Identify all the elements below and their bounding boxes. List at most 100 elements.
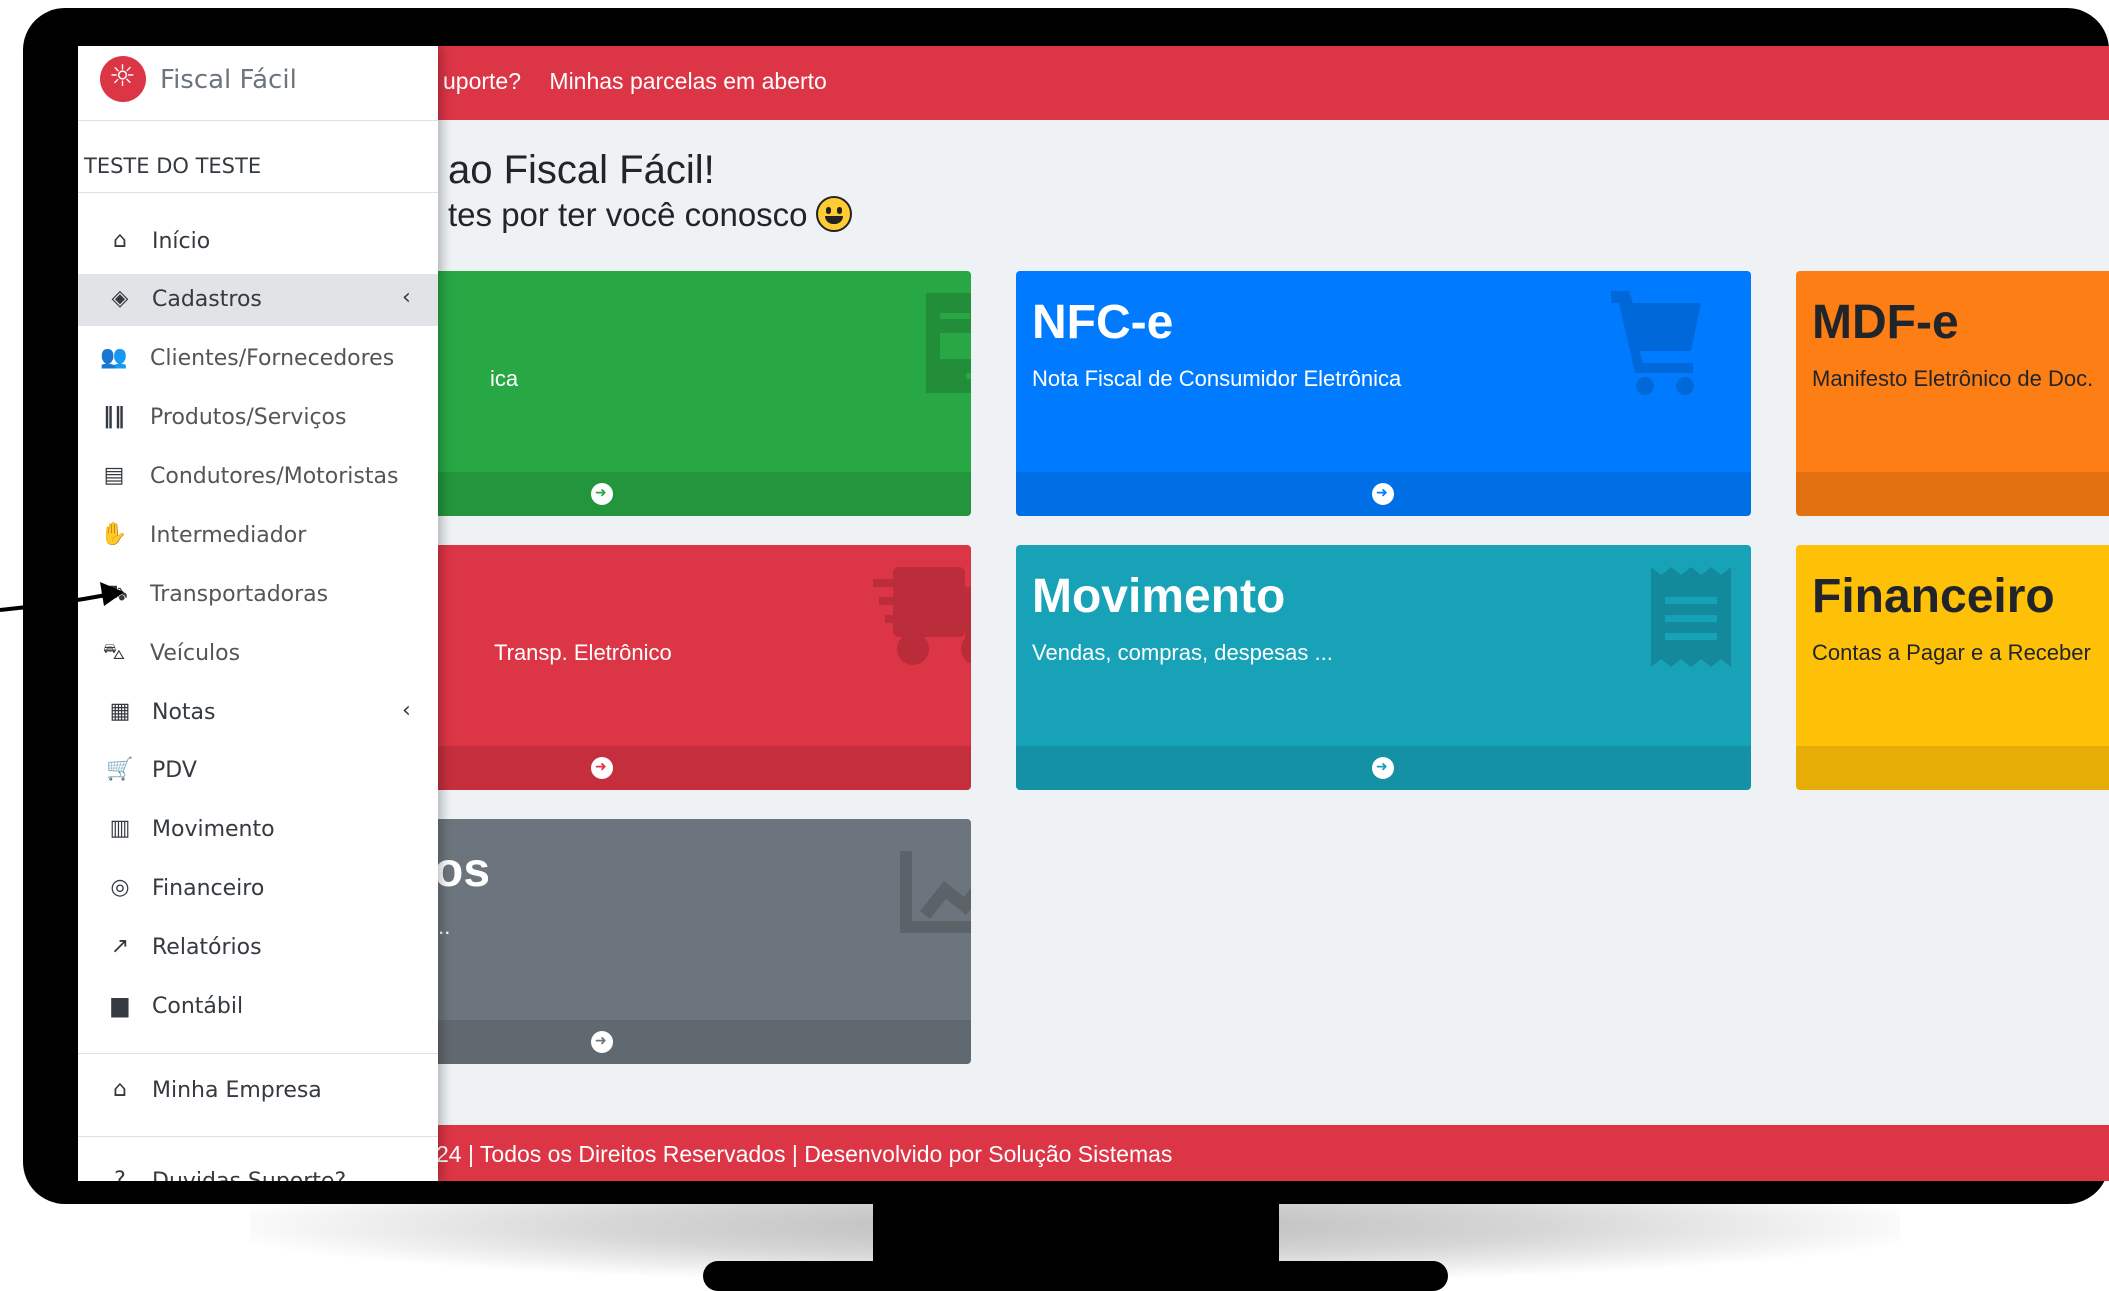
card-cte-desc: Transp. Eletrônico xyxy=(494,640,672,665)
arrow-circle-right-icon[interactable] xyxy=(1372,483,1394,505)
sidebar-item-movimento[interactable]: ▥ Movimento xyxy=(78,804,438,856)
card-relatorios-title: os xyxy=(434,844,491,897)
users-icon: 👥 xyxy=(100,345,128,370)
arrow-circle-right-icon[interactable] xyxy=(591,483,613,505)
card-cte-footer[interactable] xyxy=(378,746,971,790)
sidebar-item-produtos-servicos[interactable]: ‖‖ Produtos/Serviços xyxy=(78,392,438,444)
sidebar-item-clientes-fornecedores[interactable]: 👥 Clientes/Fornecedores xyxy=(78,333,438,385)
sidebar-item-contabil[interactable]: ▆ Contábil xyxy=(78,981,438,1033)
sidebar-item-minha-empresa[interactable]: ⌂ Minha Empresa xyxy=(78,1065,438,1117)
welcome-message: ao Fiscal Fácil! tes por ter você conosc… xyxy=(448,146,852,236)
sidebar-item-transportadoras[interactable]: ⛟ Transportadoras xyxy=(78,569,438,621)
sidebar: Fiscal Fácil TESTE DO TESTE ⌂ Início ◈ C… xyxy=(78,46,438,1181)
card-financeiro-footer[interactable] xyxy=(1796,746,2109,790)
sidebar-item-label: Movimento xyxy=(152,817,275,842)
sidebar-item-intermediador[interactable]: ✋ Intermediador xyxy=(78,510,438,562)
card-nfce-desc: Nota Fiscal de Consumidor Eletrônica xyxy=(1032,366,1402,391)
book-icon: ▆ xyxy=(111,993,129,1018)
brand[interactable]: Fiscal Fácil xyxy=(78,46,438,121)
receipt-icon: ▥ xyxy=(109,816,131,841)
footer-text: 24 | Todos os Direitos Reservados | Dese… xyxy=(436,1141,1173,1167)
brand-name: Fiscal Fácil xyxy=(160,65,297,95)
card-nfce-title: NFC-e xyxy=(1032,296,1174,349)
company-name: TESTE DO TESTE xyxy=(84,154,262,178)
sidebar-item-label: Relatórios xyxy=(152,935,262,960)
support-link[interactable]: uporte? xyxy=(443,68,521,94)
chevron-left-icon: ‹ xyxy=(402,285,411,310)
divider xyxy=(78,192,438,193)
arrow-circle-right-icon[interactable] xyxy=(591,1031,613,1053)
annotation-arrow-icon xyxy=(0,582,124,612)
app-screen: uporte? Minhas parcelas em aberto ao Fis… xyxy=(78,46,2109,1181)
arrow-circle-right-icon[interactable] xyxy=(591,757,613,779)
car-icon: ⛍ xyxy=(102,640,126,665)
sidebar-item-notas[interactable]: ▦ Notas ‹ xyxy=(78,687,438,739)
chevron-left-icon: ‹ xyxy=(402,698,411,723)
receipt-icon xyxy=(1651,567,1731,667)
smiley-emoji-icon xyxy=(815,196,852,232)
sidebar-item-label: Início xyxy=(152,229,211,254)
card-relatorios[interactable]: os ... xyxy=(378,819,971,1064)
sidebar-item-label: Contábil xyxy=(152,994,244,1019)
card-mdfe[interactable]: MDF-e Manifesto Eletrônico de Doc. xyxy=(1796,271,2109,516)
cart-icon: 🛒 xyxy=(106,757,134,782)
sidebar-item-label: Condutores/Motoristas xyxy=(150,464,399,489)
sidebar-item-label: Financeiro xyxy=(152,876,265,901)
home-icon: ⌂ xyxy=(113,228,127,253)
sidebar-item-pdv[interactable]: 🛒 PDV xyxy=(78,745,438,797)
file-icon: ▦ xyxy=(109,699,131,724)
sidebar-item-label: PDV xyxy=(152,758,197,783)
shipping-truck-icon xyxy=(873,567,971,665)
card-nfe-desc: ica xyxy=(490,366,519,391)
handshake-icon: ✋ xyxy=(100,522,128,547)
coins-icon: ◎ xyxy=(110,875,130,900)
fiscal-facil-logo-icon xyxy=(100,56,146,102)
card-nfe-footer[interactable] xyxy=(378,472,971,516)
arrow-circle-right-icon[interactable] xyxy=(1372,757,1394,779)
sidebar-item-label: Notas xyxy=(152,700,216,725)
sidebar-item-label: Intermediador xyxy=(150,523,307,548)
card-mdfe-title: MDF-e xyxy=(1812,296,1959,349)
card-financeiro[interactable]: Financeiro Contas a Pagar e a Receber xyxy=(1796,545,2109,790)
chart-line-icon: ↗ xyxy=(110,934,130,959)
sidebar-item-duvidas-suporte[interactable]: ? Duvidas Suporte? xyxy=(78,1156,438,1181)
card-movimento-desc: Vendas, compras, despesas ... xyxy=(1032,640,1333,665)
sidebar-item-financeiro[interactable]: ◎ Financeiro xyxy=(78,863,438,915)
card-movimento-title: Movimento xyxy=(1032,570,1286,623)
barcode-icon: ‖‖ xyxy=(103,404,125,429)
sidebar-item-condutores-motoristas[interactable]: ▤ Condutores/Motoristas xyxy=(78,451,438,503)
card-financeiro-title: Financeiro xyxy=(1812,570,2055,623)
card-movimento[interactable]: Movimento Vendas, compras, despesas ... xyxy=(1016,545,1751,790)
sidebar-item-label: Transportadoras xyxy=(150,582,329,607)
divider xyxy=(78,1053,438,1054)
sidebar-item-veiculos[interactable]: ⛍ Veículos xyxy=(78,628,438,680)
sidebar-item-label: Produtos/Serviços xyxy=(150,405,347,430)
card-nfce[interactable]: NFC-e Nota Fiscal de Consumidor Eletrôni… xyxy=(1016,271,1751,516)
monitor-frame: uporte? Minhas parcelas em aberto ao Fis… xyxy=(23,8,2109,1204)
card-movimento-footer[interactable] xyxy=(1016,746,1751,790)
welcome-subtitle: tes por ter você conosco xyxy=(448,196,808,233)
store-icon: ⌂ xyxy=(113,1077,127,1102)
card-relatorios-footer[interactable] xyxy=(378,1020,971,1064)
card-financeiro-desc: Contas a Pagar e a Receber xyxy=(1812,640,2091,665)
sidebar-item-inicio[interactable]: ⌂ Início xyxy=(78,216,438,268)
sidebar-item-label: Duvidas Suporte? xyxy=(152,1169,346,1181)
card-nfe[interactable]: ica xyxy=(378,271,971,516)
sidebar-item-cadastros[interactable]: ◈ Cadastros ‹ xyxy=(78,274,438,326)
monitor-base xyxy=(703,1261,1448,1291)
sidebar-item-label: Clientes/Fornecedores xyxy=(150,346,395,371)
open-installments-link[interactable]: Minhas parcelas em aberto xyxy=(549,68,826,94)
card-mdfe-footer[interactable] xyxy=(1796,472,2109,516)
card-nfce-footer[interactable] xyxy=(1016,472,1751,516)
card-cte[interactable]: Transp. Eletrônico xyxy=(378,545,971,790)
box-icon: ◈ xyxy=(111,286,129,311)
card-mdfe-desc: Manifesto Eletrônico de Doc. xyxy=(1812,366,2094,391)
file-invoice-icon xyxy=(926,293,971,393)
id-card-icon: ▤ xyxy=(103,463,125,488)
chart-area-icon xyxy=(900,851,971,933)
sidebar-item-label: Minha Empresa xyxy=(152,1078,322,1103)
sidebar-item-label: Veículos xyxy=(150,641,241,666)
sidebar-item-label: Cadastros xyxy=(152,287,262,312)
sidebar-item-relatorios[interactable]: ↗ Relatórios xyxy=(78,922,438,974)
welcome-title: ao Fiscal Fácil! xyxy=(448,148,715,192)
